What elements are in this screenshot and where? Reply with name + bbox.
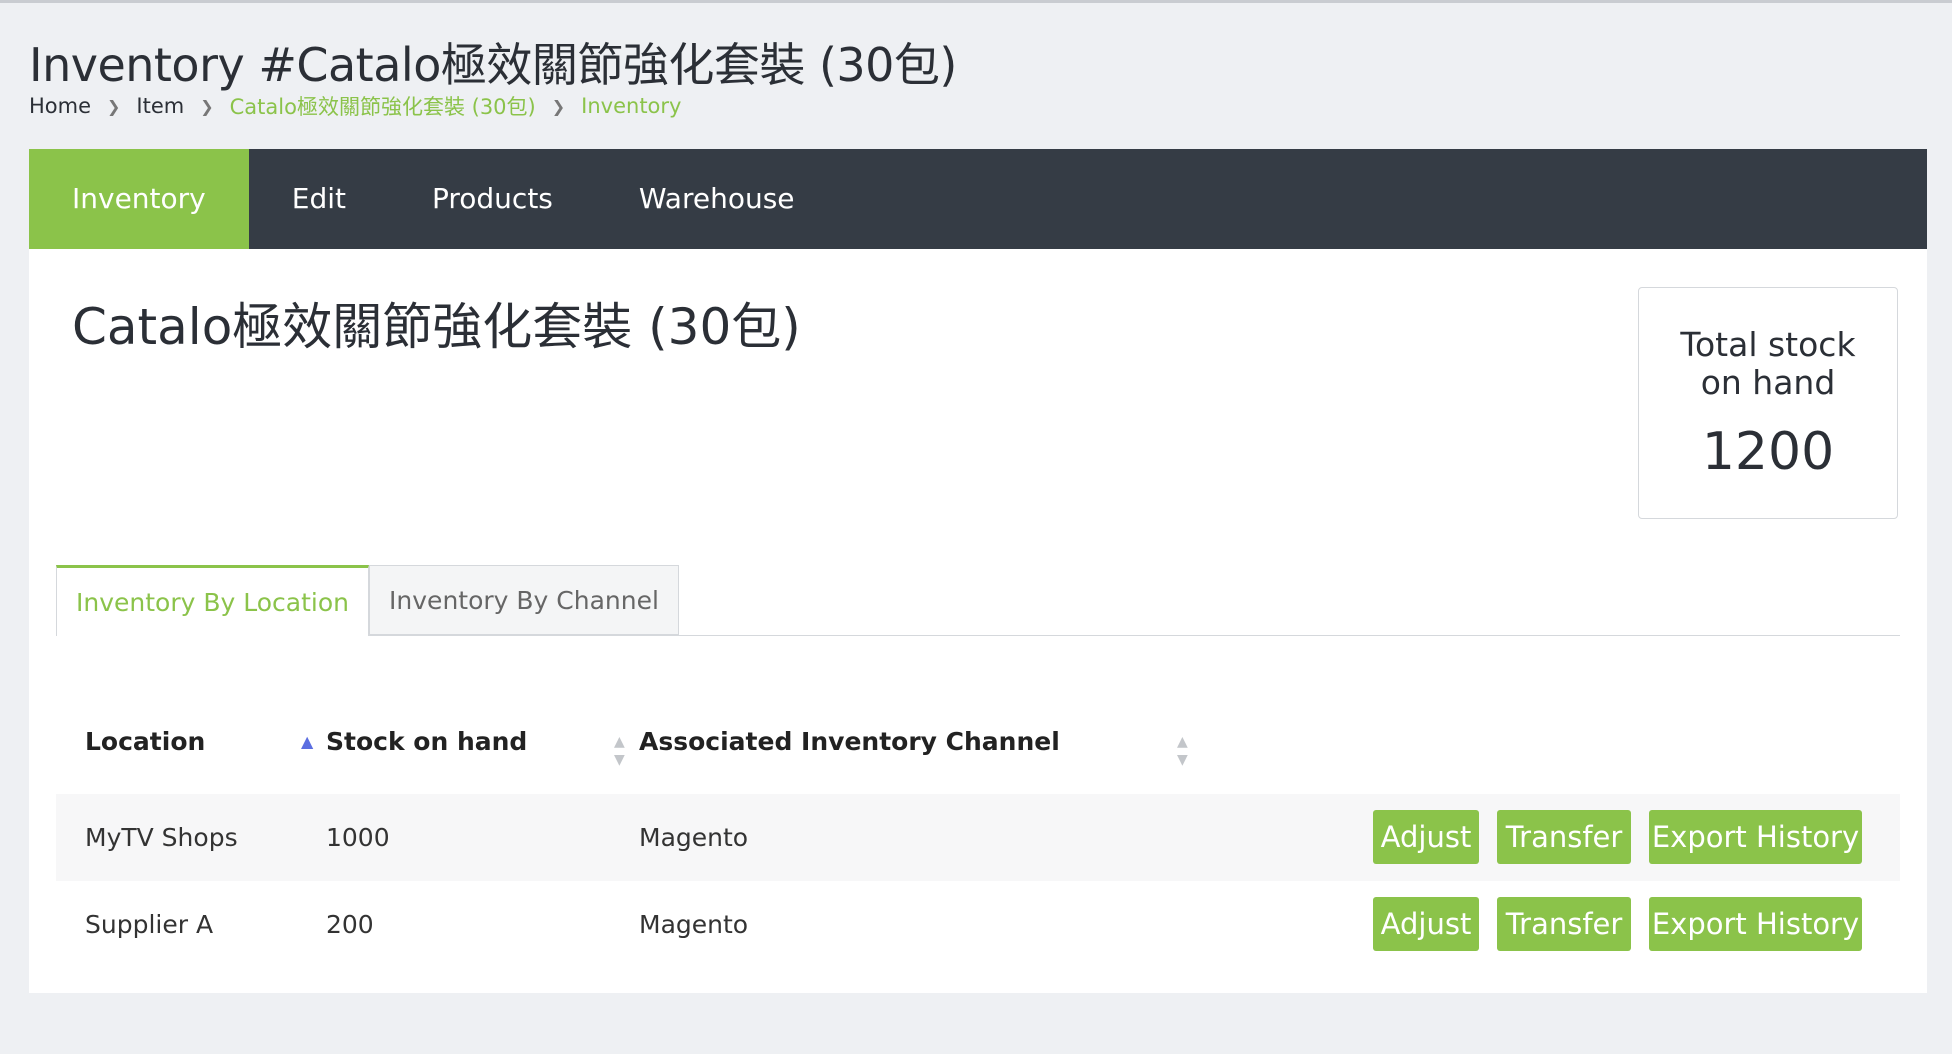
cell-channel: Magento bbox=[639, 823, 749, 852]
column-header-stock[interactable]: Stock on hand bbox=[326, 689, 527, 794]
tab-edit[interactable]: Edit bbox=[249, 149, 389, 249]
breadcrumb-item[interactable]: Item bbox=[136, 94, 184, 118]
cell-location: MyTV Shops bbox=[85, 823, 238, 852]
total-stock-label-line2: on hand bbox=[1700, 363, 1836, 402]
sort-both-icon[interactable]: ▲ ▼ bbox=[1177, 733, 1188, 769]
export-history-button[interactable]: Export History bbox=[1649, 810, 1862, 864]
breadcrumb-product[interactable]: Catalo極效關節強化套裝 (30包) bbox=[230, 91, 536, 121]
tab-warehouse[interactable]: Warehouse bbox=[596, 149, 838, 249]
transfer-button[interactable]: Transfer bbox=[1497, 810, 1631, 864]
tab-inventory-by-channel[interactable]: Inventory By Channel bbox=[369, 565, 679, 635]
breadcrumb-current: Inventory bbox=[581, 94, 682, 118]
item-title: Catalo極效關節強化套裝 (30包) bbox=[72, 298, 801, 356]
sort-ascending-icon[interactable]: ▲ bbox=[301, 689, 313, 794]
adjust-button[interactable]: Adjust bbox=[1373, 810, 1479, 864]
main-tab-bar: Inventory Edit Products Warehouse bbox=[29, 149, 1927, 249]
tab-products[interactable]: Products bbox=[389, 149, 596, 249]
inventory-subtabs: Inventory By Location Inventory By Chann… bbox=[56, 565, 1900, 636]
total-stock-label: Total stock on hand bbox=[1639, 326, 1897, 402]
tab-inventory[interactable]: Inventory bbox=[29, 149, 249, 249]
table-header: Location ▲ Stock on hand ▲ ▼ Associated I… bbox=[56, 689, 1900, 794]
column-header-location[interactable]: Location bbox=[85, 689, 205, 794]
chevron-right-icon: ❯ bbox=[107, 96, 121, 116]
chevron-right-icon: ❯ bbox=[551, 96, 566, 116]
tab-inventory-by-location[interactable]: Inventory By Location bbox=[56, 565, 369, 636]
page-title: Inventory #Catalo極效關節強化套裝 (30包) bbox=[29, 38, 957, 92]
cell-stock: 1000 bbox=[326, 823, 390, 852]
total-stock-value: 1200 bbox=[1701, 422, 1835, 482]
cell-channel: Magento bbox=[639, 910, 749, 939]
cell-stock: 200 bbox=[326, 910, 374, 939]
breadcrumb: Home ❯ Item ❯ Catalo極效關節強化套裝 (30包) ❯ Inv… bbox=[29, 91, 681, 121]
export-history-button[interactable]: Export History bbox=[1649, 897, 1862, 951]
inventory-table: Location ▲ Stock on hand ▲ ▼ Associated I… bbox=[56, 689, 1900, 968]
transfer-button[interactable]: Transfer bbox=[1497, 897, 1631, 951]
chevron-right-icon: ❯ bbox=[200, 96, 214, 116]
content-panel: Catalo極效關節強化套裝 (30包) Total stock on hand… bbox=[29, 249, 1927, 993]
sort-both-icon[interactable]: ▲ ▼ bbox=[614, 733, 625, 769]
column-header-channel[interactable]: Associated Inventory Channel bbox=[639, 689, 1060, 794]
table-row: MyTV Shops 1000 Magento Adjust Transfer … bbox=[56, 794, 1900, 881]
cell-location: Supplier A bbox=[85, 910, 214, 939]
total-stock-card: Total stock on hand 1200 bbox=[1638, 287, 1898, 519]
table-row: Supplier A 200 Magento Adjust Transfer E… bbox=[56, 881, 1900, 968]
adjust-button[interactable]: Adjust bbox=[1373, 897, 1479, 951]
total-stock-label-line1: Total stock bbox=[1680, 325, 1856, 364]
breadcrumb-home[interactable]: Home bbox=[29, 94, 91, 118]
